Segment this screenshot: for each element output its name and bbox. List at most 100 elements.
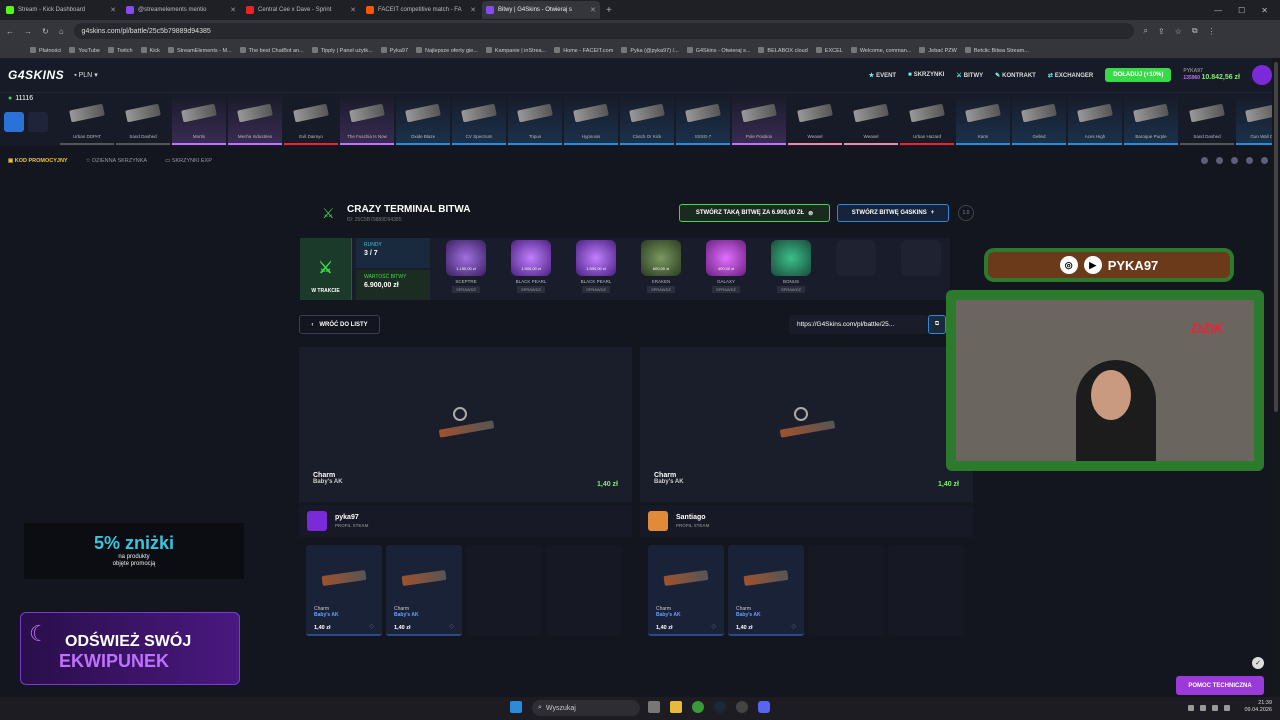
drop-item[interactable]: Tripus <box>508 93 562 145</box>
scrollbar[interactable] <box>1272 58 1280 697</box>
forward-icon[interactable]: → <box>24 27 32 36</box>
browser-tab[interactable]: FACEIT competitive match - FA ✕ <box>362 1 480 19</box>
drop-item[interactable]: Urban DDPAT <box>60 93 114 145</box>
bookmark-item[interactable]: Jebać PZW <box>919 47 956 54</box>
share-icon[interactable]: ⇪ <box>1158 27 1165 36</box>
daily-case-link[interactable]: ☆ DZIENNA SKRZYNKA <box>86 158 147 164</box>
drop-item[interactable]: Sand Dashed <box>1180 93 1234 145</box>
taskbar-search[interactable]: ⌕ Wyszukaj <box>532 700 640 716</box>
bookmark-star-icon[interactable]: ☆ <box>1175 27 1182 36</box>
maximize-icon[interactable]: ☐ <box>1238 6 1245 15</box>
extensions-icon[interactable]: ⧉ <box>1192 26 1198 36</box>
drop-item[interactable]: SSSG-7 <box>676 93 730 145</box>
won-item-card[interactable]: Charm Baby's AK 1,40 zł ◇ <box>306 545 382 636</box>
bookmark-item[interactable]: Tipply | Panel użytk... <box>312 47 373 54</box>
drop-item[interactable]: Aces High <box>1068 93 1122 145</box>
minimize-icon[interactable]: — <box>1214 6 1222 15</box>
bookmark-item[interactable]: Betclic Bitwa Stream... <box>965 47 1029 54</box>
exp-cases-link[interactable]: ▭ SKRZYNKI EXP <box>165 158 212 164</box>
browser-tab[interactable]: Stream - Kick Dashboard ✕ <box>2 1 120 19</box>
drop-item[interactable]: Weasel <box>788 93 842 145</box>
close-tab-icon[interactable]: ✕ <box>470 6 476 14</box>
case-check-button[interactable]: SPRAWDŹ <box>777 286 805 293</box>
battle-case[interactable]: BONUS SPRAWDŹ <box>765 240 817 298</box>
close-tab-icon[interactable]: ✕ <box>110 6 116 14</box>
case-check-button[interactable]: SPRAWDŹ <box>647 286 675 293</box>
nav-contract[interactable]: ✎ KONTRAKT <box>995 72 1036 79</box>
discord-icon[interactable] <box>1246 157 1253 164</box>
browser-tab[interactable]: @streamelements mentio ✕ <box>122 1 240 19</box>
steam-profile-link[interactable]: PROFIL STEAM <box>676 523 709 528</box>
battle-case[interactable]: 1.500,00 zł BLACK PEARL SPRAWDŹ <box>570 240 622 298</box>
taskbar-clock[interactable]: 21:39 09.04.2026 <box>1244 700 1272 714</box>
bookmark-item[interactable]: Pyka (@pyka97) /... <box>621 47 678 54</box>
won-item-card[interactable]: Charm Baby's AK 1,40 zł ◇ <box>728 545 804 636</box>
drop-item[interactable]: Gelled <box>1012 93 1066 145</box>
browser-tab-active[interactable]: Bitwy | G4Skins - Otwieraj s ✕ <box>482 1 600 19</box>
home-icon[interactable]: ⌂ <box>59 27 64 36</box>
chrome-icon[interactable] <box>692 701 704 713</box>
bookmark-item[interactable]: YouTube <box>69 47 100 54</box>
drop-item[interactable]: Kami <box>956 93 1010 145</box>
bookmark-item[interactable]: Kick <box>141 47 160 54</box>
x-icon[interactable] <box>1231 157 1238 164</box>
steam-profile-link[interactable]: PROFIL STEAM <box>335 523 368 528</box>
drop-item[interactable]: Sand Dashed <box>116 93 170 145</box>
bookmark-item[interactable]: The best ChatBot an... <box>240 47 304 54</box>
wifi-icon[interactable] <box>1200 705 1206 711</box>
back-icon[interactable]: ← <box>6 27 14 36</box>
close-window-icon[interactable]: ✕ <box>1261 6 1268 15</box>
avatar[interactable] <box>307 511 327 531</box>
bookmark-item[interactable]: Kampanie | inStrea... <box>486 47 546 54</box>
file-explorer-icon[interactable] <box>670 701 682 713</box>
tech-support-button[interactable]: POMOC TECHNICZNA <box>1176 676 1264 695</box>
deposit-button[interactable]: DOŁADUJ (+10%) <box>1105 68 1172 82</box>
nav-event[interactable]: ★ EVENT <box>869 72 896 79</box>
crown-filter-icon[interactable] <box>28 112 48 132</box>
bookmark-item[interactable]: EXCEL <box>816 47 843 54</box>
bookmark-item[interactable]: Twitch <box>108 47 133 54</box>
drop-item[interactable]: Mecha Industries <box>228 93 282 145</box>
reload-icon[interactable]: ↻ <box>42 27 49 36</box>
nav-exchanger[interactable]: ⇄ EXCHANGER <box>1048 72 1093 79</box>
create-g4-battle-button[interactable]: STWÓRZ BITWĘ G4SKINS + <box>837 204 949 222</box>
new-tab-icon[interactable]: + <box>606 5 612 16</box>
drop-item[interactable]: Clutch Or Kick <box>620 93 674 145</box>
site-logo[interactable]: G4SKINS <box>8 68 64 82</box>
close-tab-icon[interactable]: ✕ <box>350 6 356 14</box>
promo-code-link[interactable]: ▣ KOD PROMOCYJNY <box>8 158 68 164</box>
battle-case[interactable]: 1.500,00 zł BLACK PEARL SPRAWDŹ <box>505 240 557 298</box>
instagram-icon[interactable] <box>1216 157 1223 164</box>
zoom-icon[interactable]: ⌕ <box>1144 26 1148 36</box>
back-to-list-button[interactable]: ‹ WRÓĆ DO LISTY <box>299 315 380 334</box>
drop-item[interactable]: Evil Daimyo <box>284 93 338 145</box>
drop-item[interactable]: Urban Hazard <box>900 93 954 145</box>
bookmark-item[interactable]: StreamElements - M... <box>168 47 232 54</box>
close-tab-icon[interactable]: ✕ <box>590 6 596 14</box>
battle-case[interactable]: 600,00 zł KRAKEN SPRAWDŹ <box>635 240 687 298</box>
windows-start-icon[interactable] <box>510 701 522 713</box>
battle-case[interactable]: 400,00 zł GALAXY SPRAWDŹ <box>700 240 752 298</box>
case-check-button[interactable]: SPRAWDŹ <box>517 286 545 293</box>
drop-item[interactable]: The Fuschia Is Now <box>340 93 394 145</box>
user-avatar[interactable] <box>1252 65 1272 85</box>
drop-item[interactable]: Baroque Purple <box>1124 93 1178 145</box>
bookmark-item[interactable]: Welcome, comman... <box>851 47 912 54</box>
check-icon[interactable]: ✓ <box>1252 657 1264 669</box>
won-item-card[interactable]: Charm Baby's AK 1,40 zł ◇ <box>386 545 462 636</box>
case-check-button[interactable]: SPRAWDŹ <box>452 286 480 293</box>
case-check-button[interactable]: SPRAWDŹ <box>582 286 610 293</box>
nav-cases[interactable]: ■ SKRZYNKI <box>908 72 944 78</box>
steam-icon[interactable] <box>714 701 726 713</box>
currency-select[interactable]: ▪ PLN ▾ <box>74 71 98 79</box>
bookmark-item[interactable]: Płatności <box>30 47 61 54</box>
drop-item[interactable]: CV Spectrum <box>452 93 506 145</box>
url-bar[interactable]: g4skins.com/pl/battle/25c5b79889d94385 <box>73 23 1134 39</box>
case-check-button[interactable]: SPRAWDŹ <box>712 286 740 293</box>
menu-icon[interactable]: ⋮ <box>1208 27 1216 36</box>
volume-icon[interactable] <box>1212 705 1218 711</box>
won-item-card[interactable]: Charm Baby's AK 1,40 zł ◇ <box>648 545 724 636</box>
bookmark-item[interactable]: Home - FACEIT.com <box>554 47 613 54</box>
bookmark-item[interactable]: G4Skins - Otwieraj s... <box>687 47 751 54</box>
facebook-icon[interactable] <box>1201 157 1208 164</box>
